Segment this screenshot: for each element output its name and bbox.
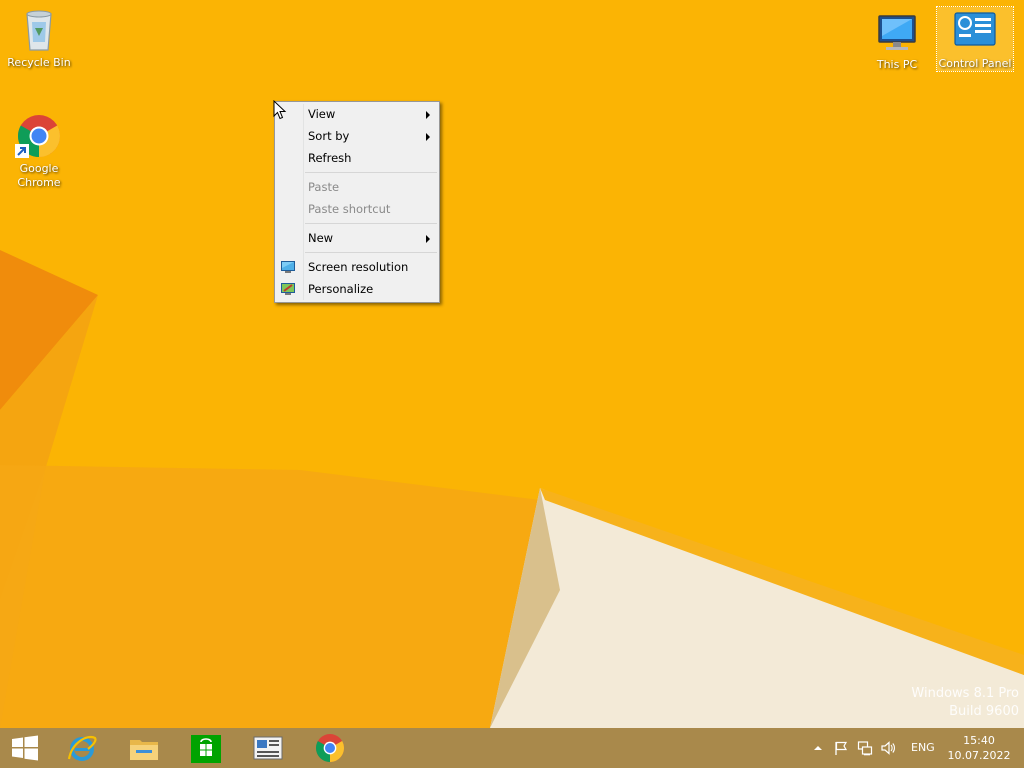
chrome-label-line2: Chrome — [17, 176, 61, 189]
internet-explorer-icon — [67, 735, 97, 761]
menu-separator — [305, 252, 437, 253]
desktop-context-menu: View Sort by Refresh Paste Paste shortcu… — [274, 101, 440, 303]
desktop[interactable]: Recycle Bin Google Chrome This PC Contro… — [0, 0, 1024, 728]
volume-speaker-icon[interactable] — [880, 740, 896, 756]
control-panel-desktop-icon[interactable]: Control Panel — [936, 6, 1014, 72]
show-hidden-icons-chevron-up-icon[interactable] — [810, 740, 826, 756]
control-panel-icon — [951, 7, 999, 55]
menu-item-refresh[interactable]: Refresh — [275, 147, 439, 169]
taskbar-internet-explorer[interactable] — [52, 728, 112, 768]
windows-logo-icon — [12, 735, 38, 761]
menu-item-personalize[interactable]: Personalize — [275, 278, 439, 300]
file-explorer-icon — [130, 740, 158, 760]
taskbar-store[interactable] — [176, 728, 236, 768]
menu-item-sort-by-label: Sort by — [308, 129, 350, 143]
menu-item-view-label: View — [308, 107, 336, 121]
menu-separator — [305, 172, 437, 173]
chrome-label-line1: Google — [19, 162, 59, 175]
watermark-edition: Windows 8.1 Pro — [911, 686, 1019, 701]
menu-separator — [305, 223, 437, 224]
clock-date: 10.07.2022 — [947, 749, 1011, 762]
input-language-indicator[interactable]: ENG — [911, 741, 935, 754]
chrome-icon — [15, 112, 63, 160]
menu-item-personalize-label: Personalize — [308, 282, 374, 296]
this-pc-desktop-icon[interactable]: This PC — [858, 8, 936, 72]
menu-item-view[interactable]: View — [275, 103, 439, 125]
start-button[interactable] — [0, 728, 50, 768]
news-icon — [253, 736, 283, 760]
recycle-bin-desktop-icon[interactable]: Recycle Bin — [0, 6, 78, 70]
action-center-flag-icon[interactable] — [833, 740, 849, 756]
chrome-icon — [315, 734, 345, 762]
taskbar-chrome[interactable] — [300, 728, 360, 768]
clock-time: 15:40 — [963, 734, 995, 747]
chrome-desktop-icon[interactable]: Google Chrome — [0, 112, 78, 190]
menu-item-paste-shortcut[interactable]: Paste shortcut — [275, 198, 439, 220]
wallpaper — [0, 0, 1024, 728]
personalize-icon — [281, 283, 295, 295]
network-icon[interactable] — [857, 740, 873, 756]
recycle-bin-icon — [15, 6, 63, 54]
taskbar-file-explorer[interactable] — [114, 728, 174, 768]
menu-item-screen-resolution[interactable]: Screen resolution — [275, 256, 439, 278]
watermark-build: Build 9600 — [949, 704, 1019, 719]
menu-item-paste[interactable]: Paste — [275, 176, 439, 198]
screen-resolution-icon — [281, 261, 295, 273]
windows-watermark: Windows 8.1 Pro Build 9600 — [911, 685, 1019, 721]
taskbar-news[interactable] — [238, 728, 298, 768]
submenu-arrow-icon — [426, 133, 430, 141]
shortcut-arrow-icon — [15, 144, 29, 158]
menu-item-new-label: New — [308, 231, 334, 245]
store-icon — [191, 735, 221, 763]
control-panel-label: Control Panel — [938, 57, 1012, 70]
menu-item-paste-shortcut-label: Paste shortcut — [308, 202, 391, 216]
menu-item-screen-resolution-label: Screen resolution — [308, 260, 409, 274]
submenu-arrow-icon — [426, 111, 430, 119]
menu-item-paste-label: Paste — [308, 180, 340, 194]
computer-icon — [873, 8, 921, 56]
menu-item-sort-by[interactable]: Sort by — [275, 125, 439, 147]
menu-item-new[interactable]: New — [275, 227, 439, 249]
submenu-arrow-icon — [426, 235, 430, 243]
taskbar: ENG 15:40 10.07.2022 — [0, 728, 1024, 768]
menu-item-refresh-label: Refresh — [308, 151, 352, 165]
mouse-cursor-icon — [273, 100, 287, 120]
recycle-bin-label: Recycle Bin — [7, 56, 71, 69]
this-pc-label: This PC — [876, 58, 918, 71]
taskbar-clock[interactable]: 15:40 10.07.2022 — [946, 733, 1012, 763]
